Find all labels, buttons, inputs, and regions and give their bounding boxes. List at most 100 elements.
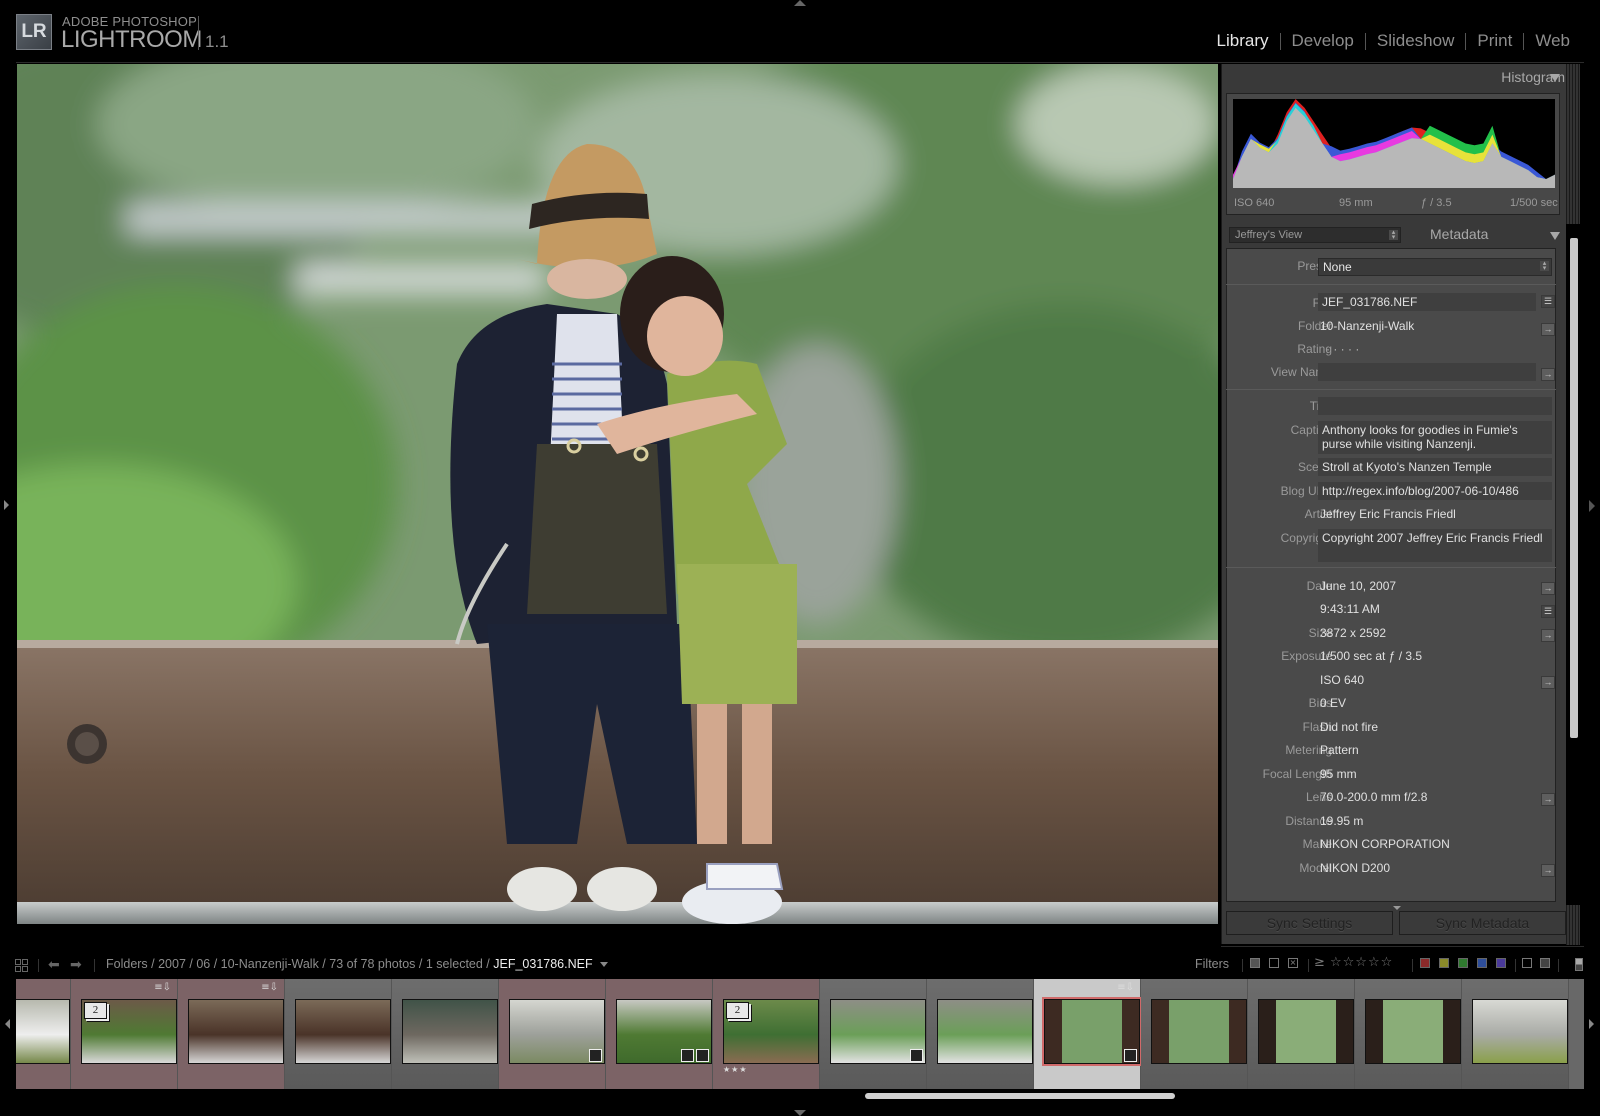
metadata-title[interactable]: Metadata (1430, 226, 1488, 242)
stack-count-badge[interactable]: 2 (84, 1002, 107, 1019)
filmstrip-cell[interactable] (1141, 979, 1248, 1089)
exposure-value: 1/500 sec at ƒ / 3.5 (1320, 649, 1423, 663)
caption-field[interactable]: Anthony looks for goodies in Fumie's pur… (1318, 421, 1552, 454)
grid-view-icon[interactable] (15, 957, 28, 972)
view-name-field[interactable] (1318, 363, 1536, 381)
metadata-view-select[interactable]: Jeffrey's View ▴ ▾ (1229, 227, 1401, 243)
time-value: 9:43:11 AM (1320, 602, 1380, 616)
filmstrip-thumbnail[interactable] (1151, 999, 1247, 1064)
metadata-changed-icon[interactable]: ≡⇩ (261, 982, 278, 993)
module-divider (1523, 32, 1525, 50)
collapse-histogram-icon[interactable] (1550, 74, 1560, 82)
iso-action-icon[interactable]: → (1541, 676, 1555, 689)
collapse-metadata-icon[interactable] (1550, 232, 1560, 240)
filmstrip-cell[interactable] (606, 979, 713, 1089)
rating-stars[interactable]: · · · · · (1326, 342, 1359, 356)
filmstrip-cell[interactable] (499, 979, 606, 1089)
sync-settings-button[interactable]: Sync Settings (1226, 911, 1393, 935)
forward-arrow-icon[interactable]: ➡ (70, 958, 82, 972)
filmstrip-thumbnail[interactable] (295, 999, 391, 1064)
virtual-copy-filter-icon[interactable] (1540, 958, 1550, 968)
preset-value: None (1323, 260, 1352, 274)
filmstrip-thumbnail[interactable] (1258, 999, 1354, 1064)
copyright-field[interactable]: Copyright 2007 Jeffrey Eric Francis Frie… (1318, 529, 1552, 562)
stack-count-badge[interactable]: 2 (726, 1002, 749, 1019)
module-web[interactable]: Web (1535, 31, 1570, 51)
file-field[interactable]: JEF_031786.NEF (1318, 293, 1536, 311)
filmstrip-cell[interactable] (820, 979, 927, 1089)
filter-toggle-icon[interactable] (1575, 958, 1583, 971)
filmstrip-cell[interactable]: ≡⇩ (1034, 979, 1142, 1089)
yellow-label-filter[interactable] (1439, 958, 1449, 968)
view-name-action-icon[interactable]: → (1541, 368, 1555, 381)
bottom-panel-toggle-icon[interactable] (794, 1110, 806, 1116)
cropped-badge-icon (910, 1049, 923, 1062)
file-list-icon[interactable]: ☰ (1541, 295, 1555, 308)
scene-field[interactable]: Stroll at Kyoto's Nanzen Temple (1318, 458, 1552, 476)
metadata-changed-icon[interactable]: ≡⇩ (1117, 982, 1134, 993)
filmstrip-right-arrow-icon[interactable] (1589, 1019, 1594, 1029)
toolbar-divider (94, 959, 95, 972)
flagged-filter-icon[interactable] (1250, 958, 1260, 968)
top-panel-toggle-icon[interactable] (794, 0, 806, 6)
model-action-icon[interactable]: → (1541, 864, 1555, 877)
blog-url-field[interactable]: http://regex.info/blog/2007-06-10/486 (1318, 482, 1552, 500)
red-label-filter[interactable] (1420, 958, 1430, 968)
filmstrip-thumbnail[interactable] (188, 999, 284, 1064)
source-breadcrumb[interactable]: Folders / 2007 / 06 / 10-Nanzenji-Walk /… (106, 957, 608, 971)
histogram-graph[interactable] (1233, 99, 1555, 188)
filmstrip-thumbnail[interactable] (1472, 999, 1568, 1064)
main-photo[interactable] (17, 64, 1218, 924)
sync-metadata-button[interactable]: Sync Metadata (1399, 911, 1566, 935)
filmstrip-cell[interactable] (285, 979, 392, 1089)
filmstrip-thumbnail[interactable] (937, 999, 1033, 1064)
filmstrip-cell[interactable] (927, 979, 1034, 1089)
rejected-filter-icon[interactable]: × (1288, 958, 1298, 968)
title-field[interactable] (1318, 397, 1552, 415)
go-to-folder-icon[interactable]: → (1541, 323, 1555, 336)
panel-grip[interactable] (1566, 64, 1580, 224)
unflagged-filter-icon[interactable] (1269, 958, 1279, 968)
lens-action-icon[interactable]: → (1541, 793, 1555, 806)
right-panel-scrollbar[interactable] (1570, 238, 1578, 738)
chevron-down-icon[interactable] (599, 962, 608, 968)
filmstrip-thumbnail[interactable] (402, 999, 498, 1064)
time-list-icon[interactable]: ☰ (1541, 605, 1555, 618)
filmstrip-cell[interactable] (16, 979, 71, 1089)
panel-grip[interactable] (1566, 905, 1580, 945)
rating-operator[interactable]: ≥ (1314, 955, 1325, 970)
module-slideshow[interactable]: Slideshow (1377, 31, 1455, 51)
purple-label-filter[interactable] (1496, 958, 1506, 968)
right-panel-toggle-icon[interactable] (1589, 500, 1595, 512)
filmstrip-thumbnail[interactable] (16, 999, 70, 1064)
filmstrip-cell[interactable] (1355, 979, 1462, 1089)
copy-filter-icon[interactable] (1522, 958, 1532, 968)
module-divider (1364, 32, 1366, 50)
module-divider (1465, 32, 1467, 50)
filmstrip-scrollbar[interactable] (865, 1093, 1175, 1099)
left-panel-toggle-icon[interactable] (4, 500, 9, 510)
filmstrip-left-arrow-icon[interactable] (5, 1019, 10, 1029)
module-print[interactable]: Print (1477, 31, 1512, 51)
brand-divider (198, 16, 199, 50)
metadata-changed-icon[interactable]: ≡⇩ (154, 982, 171, 993)
date-action-icon[interactable]: → (1541, 582, 1555, 595)
develop-adjusted-badge-icon (589, 1049, 602, 1062)
back-arrow-icon[interactable]: ⬅ (48, 958, 60, 972)
histogram-header[interactable]: Histogram (1221, 68, 1595, 88)
rating-filter-stars[interactable]: ☆☆☆☆☆ (1330, 955, 1393, 970)
module-develop[interactable]: Develop (1292, 31, 1354, 51)
filmstrip-cell[interactable]: 2 ≡⇩ (71, 979, 178, 1089)
green-label-filter[interactable] (1458, 958, 1468, 968)
size-action-icon[interactable]: → (1541, 629, 1555, 642)
filmstrip-cell[interactable] (1248, 979, 1355, 1089)
filmstrip-cell[interactable] (1462, 979, 1569, 1089)
filmstrip-cell[interactable] (392, 979, 499, 1089)
metering-value: Pattern (1320, 743, 1359, 757)
filmstrip-cell[interactable]: ≡⇩ (178, 979, 285, 1089)
filmstrip-cell[interactable]: 2 ★★★ (713, 979, 820, 1089)
preset-select[interactable]: None ▴ ▾ (1318, 258, 1552, 276)
module-library[interactable]: Library (1217, 31, 1269, 51)
blue-label-filter[interactable] (1477, 958, 1487, 968)
filmstrip-thumbnail[interactable] (1365, 999, 1461, 1064)
